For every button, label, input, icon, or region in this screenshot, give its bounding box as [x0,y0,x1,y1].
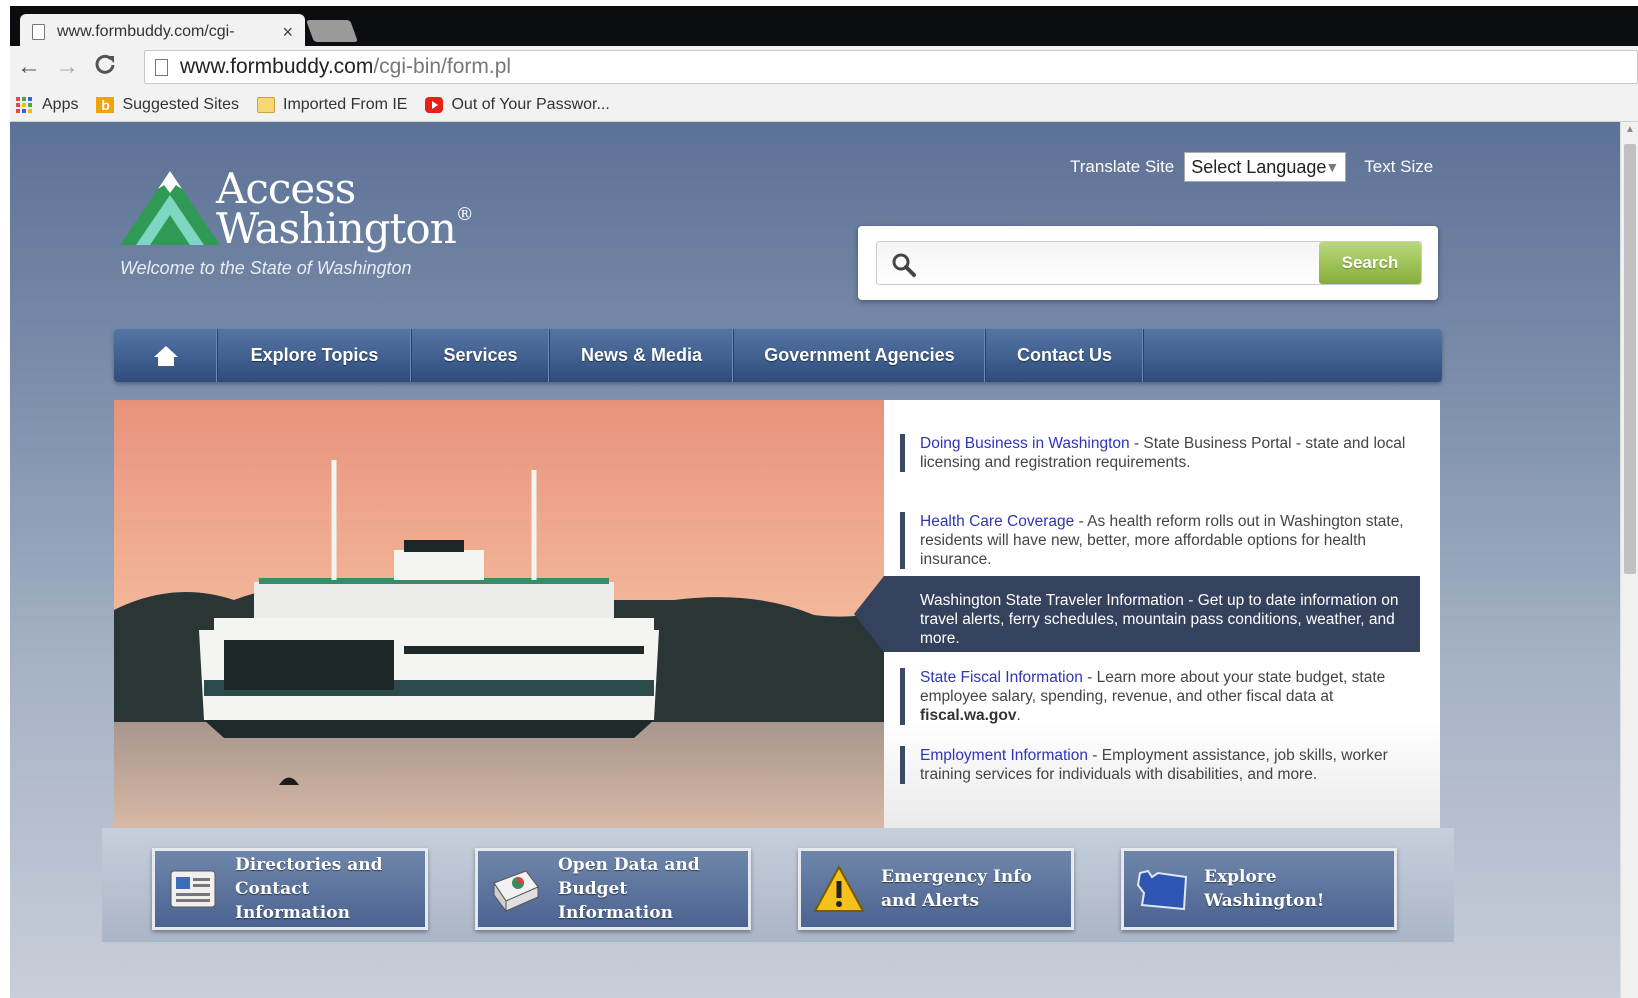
list-bar [900,746,905,784]
open-data-button[interactable]: Open Data and Budget Information [475,848,751,930]
ferry-photo [114,400,884,830]
employment-info-link[interactable]: Employment Information [920,747,1088,764]
browser-tab[interactable]: www.formbuddy.com/cgi- × [20,14,305,50]
url-host: www.formbuddy.com [180,55,374,78]
bookmark-youtube[interactable]: Out of Your Passwor... [425,95,610,114]
back-icon[interactable]: ← [10,53,48,81]
apps-grid-icon [16,96,34,113]
list-bar [900,512,905,569]
translate-label: Translate Site [1070,157,1175,176]
search-field-wrapper: Search [876,241,1422,285]
fiscal-info-link[interactable]: State Fiscal Information [920,669,1083,686]
bing-icon: b [96,96,115,113]
text-size-link[interactable]: Text Size [1364,157,1433,177]
warning-triangle-icon [813,864,865,912]
hero-section: Doing Business in Washington - State Bus… [114,400,1440,830]
traveler-info-item[interactable]: Washington State Traveler Information - … [854,576,1420,652]
translate-bar: Translate Site Select Language ▼ Text Si… [1070,152,1433,182]
nav-government-agencies[interactable]: Government Agencies [734,329,986,382]
health-care-link[interactable]: Health Care Coverage [920,513,1074,530]
dropdown-arrow-icon: ▼ [1325,159,1340,175]
search-panel: Search [858,226,1438,300]
bookmark-label: Apps [42,95,79,113]
logo-tagline: Welcome to the State of Washington [120,258,412,278]
fiscal-url[interactable]: fiscal.wa.gov [920,707,1016,724]
page-viewport: Access Washington® Welcome to the State … [10,122,1638,998]
tab-strip: www.formbuddy.com/cgi- × [10,6,1638,50]
scroll-up-icon[interactable]: ▲ [1625,124,1635,135]
bookmark-label: Suggested Sites [122,95,239,113]
bookmarks-bar: Apps b Suggested Sites Imported From IE … [10,88,1638,122]
washington-map-icon [1136,869,1188,911]
browser-toolbar: ← → www.formbuddy.com/cgi-bin/form.pl [10,46,1638,88]
list-bar [900,434,905,472]
tab-title: www.formbuddy.com/cgi- [57,23,235,40]
page-icon [155,58,168,76]
nav-contact-us[interactable]: Contact Us [986,329,1144,382]
list-item: Health Care Coverage - As health reform … [900,512,1424,569]
language-select[interactable]: Select Language ▼ [1184,152,1347,182]
list-item: State Fiscal Information - Learn more ab… [900,668,1424,725]
main-nav: Explore Topics Services News & Media Gov… [114,329,1442,382]
bookmark-apps[interactable]: Apps [16,96,78,114]
list-item: Employment Information - Employment assi… [900,746,1424,784]
directories-button[interactable]: Directories and Contact Information [152,848,428,930]
url-path: /cgi-bin/form.pl [373,55,512,78]
search-input[interactable] [929,248,1309,278]
mountain-logo-icon [120,171,220,245]
search-button[interactable]: Search [1319,242,1421,284]
search-icon [892,253,916,277]
directory-card-icon [170,870,216,908]
reload-icon[interactable] [86,53,124,82]
data-chart-icon [493,870,539,913]
youtube-icon [425,96,444,113]
logo-line-washington: Washington® [216,204,474,253]
home-icon [153,345,178,366]
list-item: Doing Business in Washington - State Bus… [900,434,1424,472]
nav-home[interactable] [114,329,218,382]
page-icon [32,24,45,40]
bookmark-imported-from-ie[interactable]: Imported From IE [257,96,407,114]
vertical-scrollbar[interactable]: ▲ [1620,122,1638,998]
tab-close-icon[interactable]: × [282,22,293,43]
nav-services[interactable]: Services [412,329,550,382]
traveler-info-link[interactable]: Washington State Traveler Information [920,592,1184,609]
emergency-info-button[interactable]: Emergency Info and Alerts [798,848,1074,930]
forward-icon[interactable]: → [48,53,86,81]
bookmark-suggested-sites[interactable]: b Suggested Sites [96,96,239,114]
scroll-thumb[interactable] [1624,144,1636,574]
access-washington-logo[interactable]: Access Washington® Welcome to the State … [120,164,474,284]
bookmark-label: Out of Your Passwor... [451,95,610,113]
quick-links: Directories and Contact Information Open … [102,828,1454,942]
address-bar[interactable]: www.formbuddy.com/cgi-bin/form.pl [144,50,1638,84]
folder-icon [257,96,275,113]
nav-news-media[interactable]: News & Media [550,329,734,382]
explore-washington-button[interactable]: Explore Washington! [1121,848,1397,930]
featured-links: Doing Business in Washington - State Bus… [854,400,1440,830]
list-bar [900,668,905,725]
doing-business-link[interactable]: Doing Business in Washington [920,435,1130,452]
nav-explore-topics[interactable]: Explore Topics [218,329,412,382]
new-tab-button[interactable] [305,20,359,42]
bookmark-label: Imported From IE [283,95,408,113]
